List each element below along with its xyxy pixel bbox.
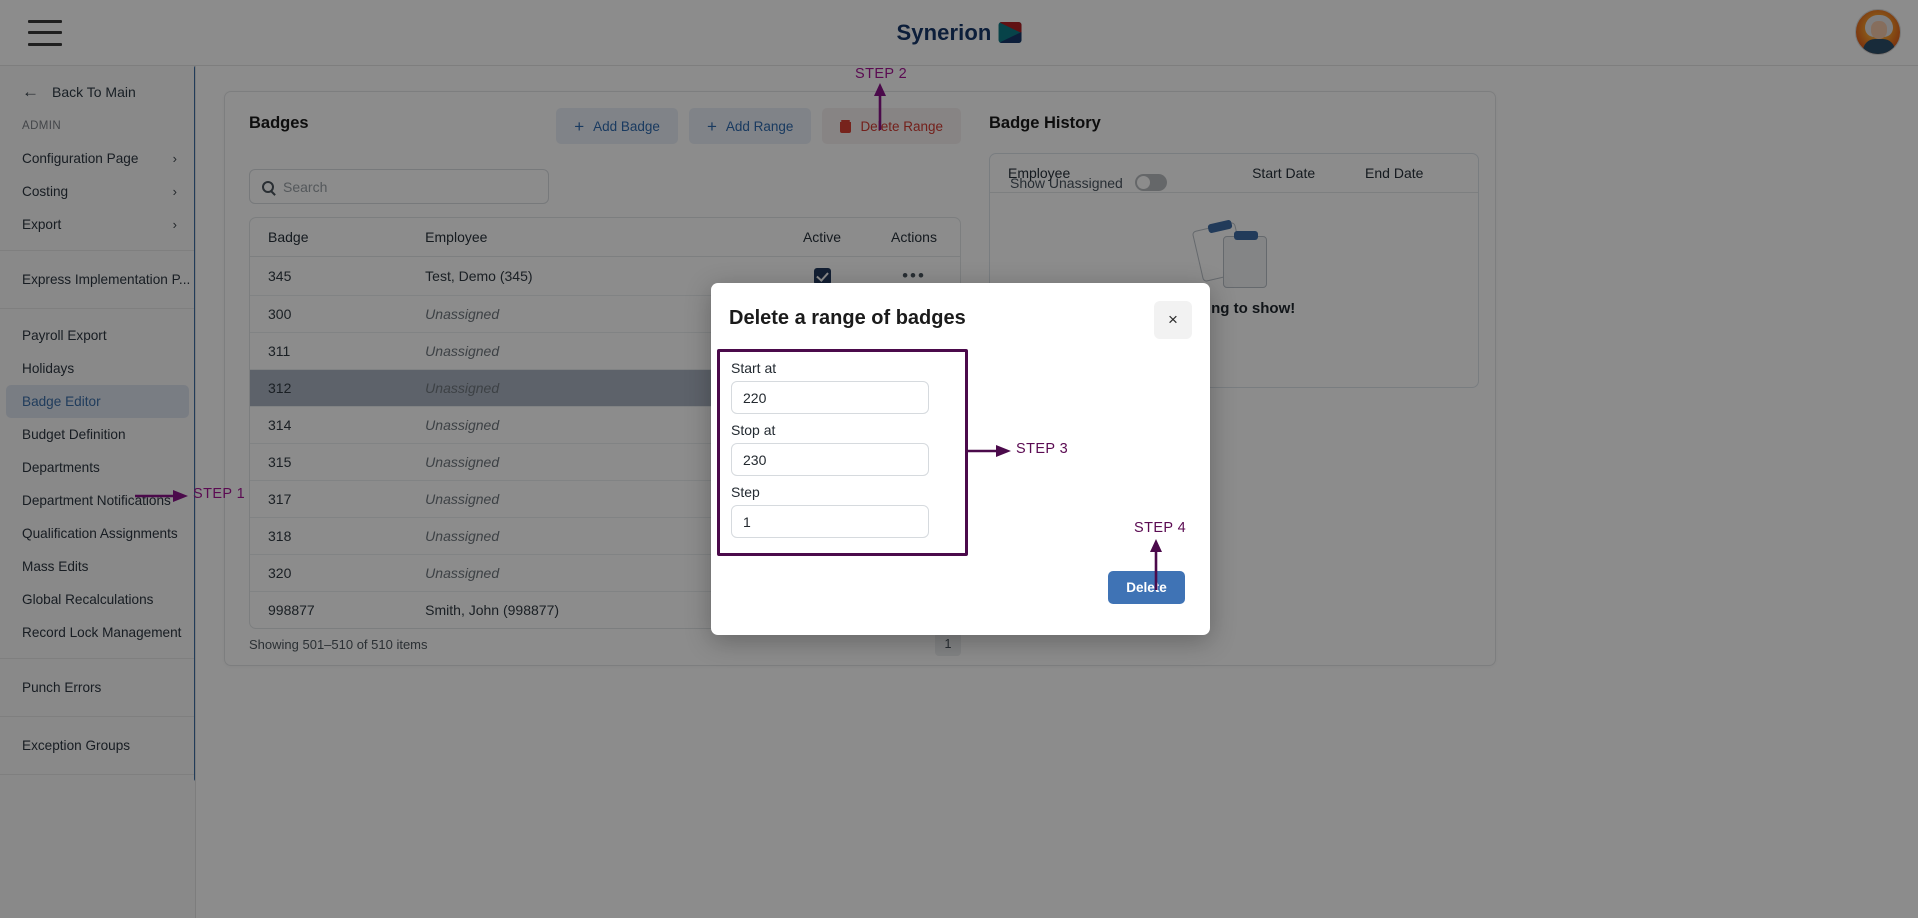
step1-annotation: STEP 1 xyxy=(133,487,253,511)
close-icon[interactable]: × xyxy=(1154,301,1192,339)
step-input[interactable] xyxy=(731,505,929,538)
step2-arrow-icon xyxy=(845,82,935,142)
step2-label: STEP 2 xyxy=(855,66,907,82)
step3-label: STEP 3 xyxy=(1016,441,1068,457)
app-root: Synerion ← Back To Main ADMIN Configurat… xyxy=(0,0,1918,918)
step1-label: STEP 1 xyxy=(193,486,245,502)
stop-at-field-group: Stop at xyxy=(717,422,968,476)
start-at-label: Start at xyxy=(731,360,954,376)
step4-arrow-icon xyxy=(1120,538,1220,598)
delete-range-form: Start at Stop at Step xyxy=(717,349,968,551)
start-at-input[interactable] xyxy=(731,381,929,414)
step4-annotation: STEP 4 xyxy=(1120,520,1220,600)
step3-annotation: STEP 3 xyxy=(966,440,1086,464)
step4-label: STEP 4 xyxy=(1134,520,1186,536)
step-field-group: Step xyxy=(717,484,968,538)
step-label: Step xyxy=(731,484,954,500)
stop-at-input[interactable] xyxy=(731,443,929,476)
start-at-field-group: Start at xyxy=(717,360,968,414)
stop-at-label: Stop at xyxy=(731,422,954,438)
step2-annotation: STEP 2 xyxy=(845,66,935,134)
modal-title: Delete a range of badges xyxy=(729,307,966,330)
